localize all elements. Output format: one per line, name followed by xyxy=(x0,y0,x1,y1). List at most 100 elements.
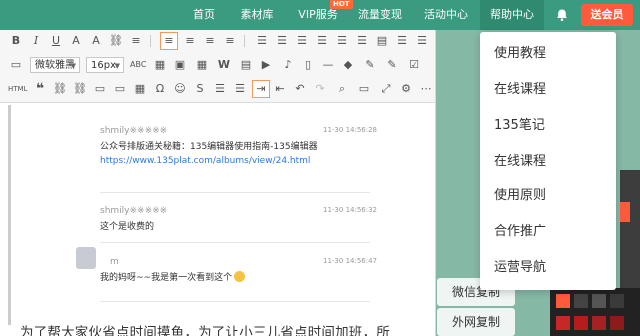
color-swatch[interactable] xyxy=(574,294,588,308)
nav-activity-center[interactable]: 活动中心 xyxy=(420,0,472,30)
unlink-icon[interactable]: ⛓ xyxy=(72,81,88,97)
undo-icon[interactable]: ↶ xyxy=(292,81,308,97)
music-icon[interactable]: ♪ xyxy=(280,57,296,73)
right-tab[interactable] xyxy=(620,202,630,222)
table-insert-icon[interactable]: ▤ xyxy=(238,57,254,73)
hot-badge: HOT xyxy=(330,0,353,9)
color-swatch[interactable] xyxy=(610,294,624,308)
menu-item-online-course-2[interactable]: 在线课程 xyxy=(494,152,546,172)
divider-icon[interactable]: — xyxy=(320,57,336,73)
color-swatch[interactable] xyxy=(610,316,624,330)
spacing-icon[interactable]: ☰ xyxy=(334,33,350,49)
align-left-icon[interactable]: ≡ xyxy=(160,32,178,50)
subscript-icon[interactable]: ▭ xyxy=(112,81,128,97)
table-grid-icon[interactable]: ▦ xyxy=(132,81,148,97)
nav-material-library[interactable]: 素材库 xyxy=(232,0,282,30)
menu-item-135-notes[interactable]: 135笔记 xyxy=(494,116,545,136)
body-paragraph[interactable]: 为了帮大家伙省点时间摸鱼，为了让小三儿省点时间加班，所 xyxy=(20,321,435,336)
member-gift-button[interactable]: 送会员 xyxy=(581,4,633,26)
paragraph-icon[interactable]: ☰ xyxy=(354,33,370,49)
document-icon[interactable]: ▭ xyxy=(8,57,24,73)
text-direction-rtl-icon[interactable]: ⇤ xyxy=(272,81,288,97)
format-icon[interactable]: ☰ xyxy=(414,33,430,49)
emoji-icon[interactable]: ☺ xyxy=(172,81,188,97)
font-color-icon[interactable]: A xyxy=(88,33,104,49)
italic-icon[interactable]: I xyxy=(28,33,44,49)
quote-icon[interactable]: ❝ xyxy=(32,81,48,97)
menu-item-online-course[interactable]: 在线课程 xyxy=(494,80,546,100)
color-palette xyxy=(550,288,640,336)
divider xyxy=(100,192,370,193)
clear-format-icon[interactable]: ▦ xyxy=(152,57,168,73)
color-swatch[interactable] xyxy=(592,294,606,308)
nav-help-center[interactable]: 帮助中心 xyxy=(480,0,544,30)
external-copy-button[interactable]: 外网复制 xyxy=(437,308,515,336)
align-justify-icon[interactable]: ≡ xyxy=(222,33,238,49)
fullscreen-icon[interactable]: ⤢ xyxy=(378,81,394,97)
editor-content[interactable]: shmily※※※※※ 11-30 14:56:28 公众号排版通关秘籍：135… xyxy=(0,103,435,336)
font-size-select[interactable]: 16px ▼ xyxy=(86,57,124,73)
checkbox-icon[interactable]: ☑ xyxy=(406,57,422,73)
list-bullets-icon[interactable]: ☰ xyxy=(212,81,228,97)
outdent-icon[interactable]: ☰ xyxy=(274,33,290,49)
word-icon[interactable]: W xyxy=(216,57,232,73)
color-swatch[interactable] xyxy=(592,316,606,330)
nav-home[interactable]: 首页 xyxy=(186,0,222,30)
align-right-icon[interactable]: ≡ xyxy=(202,33,218,49)
paint-icon[interactable]: ✎ xyxy=(384,57,400,73)
divider xyxy=(100,242,370,243)
list-numbers-icon[interactable]: ☰ xyxy=(232,81,248,97)
superscript-icon[interactable]: ▭ xyxy=(92,81,108,97)
special-char-icon[interactable]: Ω xyxy=(152,81,168,97)
comment-time: 11-30 14:56:28 xyxy=(323,126,378,134)
eraser-icon[interactable]: ◆ xyxy=(340,57,356,73)
color-swatch[interactable] xyxy=(556,316,570,330)
format-painter-icon[interactable]: ✎ xyxy=(362,57,378,73)
image-grid-icon[interactable]: ▦ xyxy=(194,57,210,73)
content-scroll-line xyxy=(8,105,11,325)
redo-icon[interactable]: ↷ xyxy=(312,81,328,97)
menu-item-ops-navigation[interactable]: 运营导航 xyxy=(494,258,546,278)
menu-item-usage-principles[interactable]: 使用原则 xyxy=(494,186,546,206)
settings-icon[interactable]: ⚙ xyxy=(398,81,414,97)
print-icon[interactable]: ▭ xyxy=(356,81,372,97)
align-center-icon[interactable]: ≡ xyxy=(182,33,198,49)
color-swatch[interactable] xyxy=(556,294,570,308)
indent-icon[interactable]: ☰ xyxy=(254,33,270,49)
editor: B I U A A ⛓ ≡ ≡ ≡ ≡ ≡ ☰ ☰ ☰ ☰ ☰ ☰ ▤ ☰ ☰ … xyxy=(0,30,436,336)
file-icon[interactable]: ▯ xyxy=(300,57,316,73)
list-icon[interactable]: ☰ xyxy=(294,33,310,49)
more-options-icon[interactable]: ⋯ xyxy=(418,81,434,97)
strikethrough-icon[interactable]: S xyxy=(192,81,208,97)
line-height-icon[interactable]: ≡ xyxy=(128,33,144,49)
top-nav: 首页 素材库 VIP服务 HOT 流量变现 活动中心 帮助中心 送会员 xyxy=(0,0,640,30)
image-icon[interactable]: ▣ xyxy=(172,57,188,73)
table-icon[interactable]: ▤ xyxy=(374,33,390,49)
ordered-list-icon[interactable]: ☰ xyxy=(314,33,330,49)
divider xyxy=(100,301,370,302)
comment-item: shmily※※※※※ 11-30 14:56:28 公众号排版通关秘籍：135… xyxy=(100,126,377,186)
html-icon[interactable]: HTML xyxy=(8,81,27,97)
editor-toolbar: B I U A A ⛓ ≡ ≡ ≡ ≡ ≡ ☰ ☰ ☰ ☰ ☰ ☰ ▤ ☰ ☰ … xyxy=(0,30,435,103)
nav-vip-service[interactable]: VIP服务 HOT xyxy=(290,0,353,30)
nav-traffic-monetize[interactable]: 流量变现 xyxy=(354,0,406,30)
color-swatch[interactable] xyxy=(574,316,588,330)
menu-item-partnership[interactable]: 合作推广 xyxy=(494,222,546,242)
font-size-value: 16px xyxy=(91,60,116,71)
comment-time: 11-30 14:56:47 xyxy=(323,257,378,265)
bell-icon[interactable] xyxy=(555,8,569,22)
text-color-icon[interactable]: A xyxy=(68,33,84,49)
link-chain-icon[interactable]: ⛓ xyxy=(52,81,68,97)
search-replace-icon[interactable]: ⌕ xyxy=(334,81,350,97)
font-family-select[interactable]: 微软雅黑 ▼ xyxy=(30,57,80,73)
nav-vip-label: VIP服务 xyxy=(298,8,338,21)
video-icon[interactable]: ▶ xyxy=(258,57,274,73)
case-icon[interactable]: ABC xyxy=(130,57,146,73)
underline-icon[interactable]: U xyxy=(48,33,64,49)
bold-icon[interactable]: B xyxy=(8,33,24,49)
more-icon[interactable]: ☰ xyxy=(394,33,410,49)
comment-link[interactable]: https://www.135plat.com/albums/view/24.h… xyxy=(100,156,310,166)
text-direction-icon[interactable]: ⇥ xyxy=(252,80,270,98)
menu-item-usage-tutorial[interactable]: 使用教程 xyxy=(494,44,546,64)
link-icon[interactable]: ⛓ xyxy=(108,33,124,49)
